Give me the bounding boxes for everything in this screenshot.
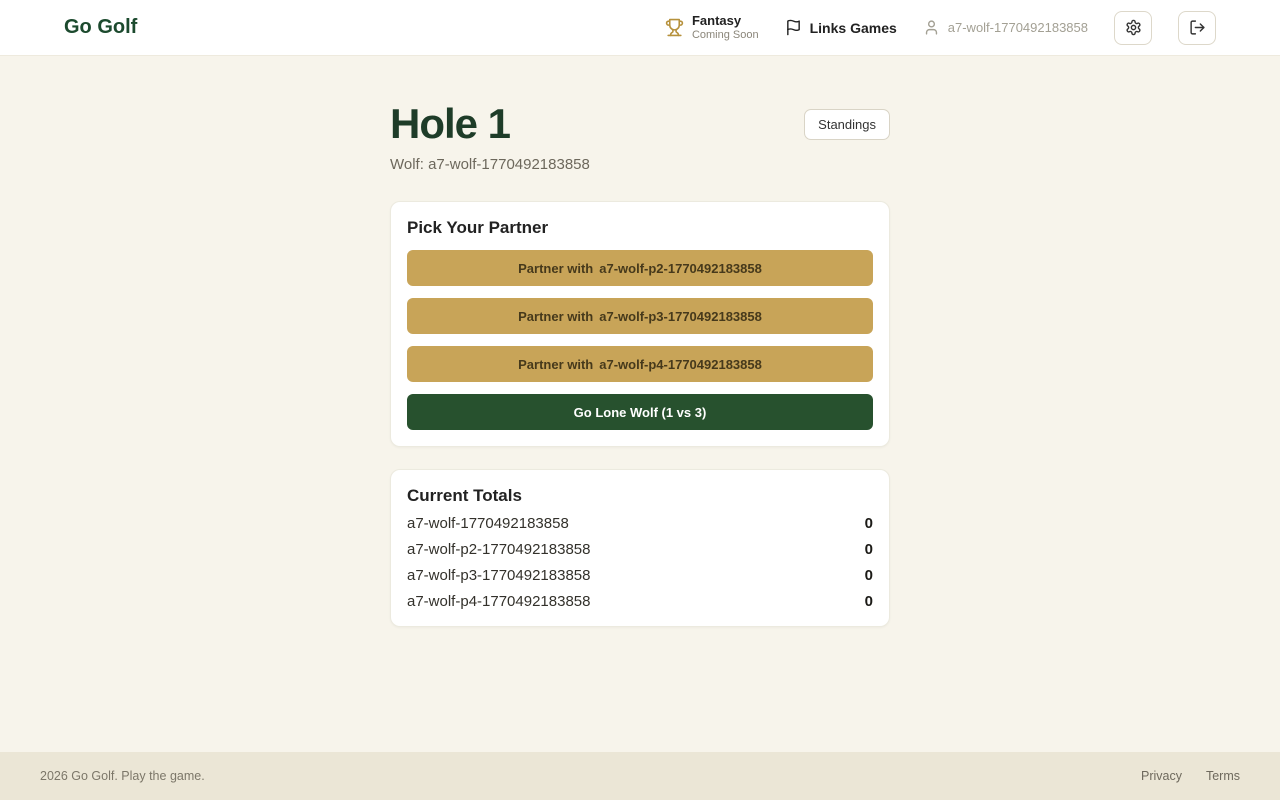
partner-button-p3[interactable]: Partner with a7-wolf-p3-1770492183858 [407, 298, 873, 334]
username: a7-wolf-1770492183858 [948, 20, 1088, 35]
terms-link[interactable]: Terms [1206, 769, 1240, 783]
partner-button-p4[interactable]: Partner with a7-wolf-p4-1770492183858 [407, 346, 873, 382]
lone-wolf-button[interactable]: Go Lone Wolf (1 vs 3) [407, 394, 873, 430]
app-logo[interactable]: Go Golf [64, 16, 137, 39]
fantasy-label: Fantasy [692, 13, 759, 29]
player-score: 0 [865, 567, 873, 584]
partner-button-prefix: Partner with [518, 261, 593, 276]
header-nav: Fantasy Coming Soon Links Games a7-wolf-… [665, 11, 1216, 45]
main-content: Hole 1 Standings Wolf: a7-wolf-177049218… [0, 56, 1280, 752]
partner-button-name: a7-wolf-p2-1770492183858 [599, 261, 762, 276]
flag-icon [785, 19, 802, 36]
partner-button-prefix: Partner with [518, 357, 593, 372]
user-icon [923, 19, 940, 36]
logout-icon [1189, 19, 1206, 36]
pick-partner-title: Pick Your Partner [407, 218, 873, 238]
player-score: 0 [865, 593, 873, 610]
current-totals-title: Current Totals [407, 486, 873, 506]
player-score: 0 [865, 541, 873, 558]
totals-row: a7-wolf-p3-1770492183858 0 [407, 567, 873, 584]
pick-partner-card: Pick Your Partner Partner with a7-wolf-p2… [390, 201, 890, 447]
footer-copyright: 2026 Go Golf. Play the game. [40, 769, 205, 783]
page-title: Hole 1 [390, 102, 510, 146]
partner-button-name: a7-wolf-p4-1770492183858 [599, 357, 762, 372]
nav-item-fantasy[interactable]: Fantasy Coming Soon [665, 13, 759, 42]
player-name: a7-wolf-p4-1770492183858 [407, 593, 590, 610]
user-info: a7-wolf-1770492183858 [923, 19, 1088, 36]
partner-button-prefix: Partner with [518, 309, 593, 324]
player-name: a7-wolf-1770492183858 [407, 515, 569, 532]
player-name: a7-wolf-p2-1770492183858 [407, 541, 590, 558]
partner-button-p2[interactable]: Partner with a7-wolf-p2-1770492183858 [407, 250, 873, 286]
footer: 2026 Go Golf. Play the game. Privacy Ter… [0, 752, 1280, 800]
totals-row: a7-wolf-p4-1770492183858 0 [407, 593, 873, 610]
totals-row: a7-wolf-1770492183858 0 [407, 515, 873, 532]
privacy-link[interactable]: Privacy [1141, 769, 1182, 783]
standings-button[interactable]: Standings [804, 109, 890, 140]
fantasy-sublabel: Coming Soon [692, 29, 759, 42]
title-row: Hole 1 Standings [390, 102, 890, 146]
wolf-subtitle: Wolf: a7-wolf-1770492183858 [390, 156, 890, 173]
footer-links: Privacy Terms [1141, 769, 1240, 783]
links-games-label: Links Games [810, 20, 897, 36]
player-name: a7-wolf-p3-1770492183858 [407, 567, 590, 584]
logout-button[interactable] [1178, 11, 1216, 45]
header: Go Golf Fantasy Coming Soon [0, 0, 1280, 56]
nav-item-links-games[interactable]: Links Games [785, 19, 897, 36]
current-totals-card: Current Totals a7-wolf-1770492183858 0 a… [390, 469, 890, 627]
trophy-icon [665, 18, 684, 37]
totals-row: a7-wolf-p2-1770492183858 0 [407, 541, 873, 558]
fantasy-text: Fantasy Coming Soon [692, 13, 759, 42]
settings-button[interactable] [1114, 11, 1152, 45]
gear-icon [1125, 19, 1142, 36]
player-score: 0 [865, 515, 873, 532]
partner-button-name: a7-wolf-p3-1770492183858 [599, 309, 762, 324]
